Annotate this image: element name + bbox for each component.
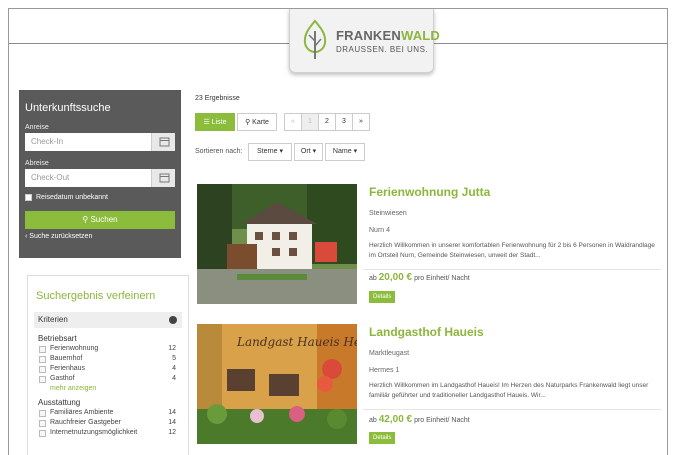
details-button[interactable]: Details xyxy=(369,291,396,303)
refine-results-panel: Suchergebnis verfeinern Kriterien Betrie… xyxy=(27,275,189,455)
listing-price: ab 20,00 € pro Einheit/ Nacht xyxy=(369,272,470,283)
calendar-icon[interactable] xyxy=(151,133,175,151)
filter-option[interactable]: Rauchfreier Gastgeber 14 xyxy=(34,418,182,428)
sort-by-location[interactable]: Ort ▾ xyxy=(294,143,323,161)
tree-logo-icon xyxy=(303,19,327,59)
checkbox-icon[interactable] xyxy=(39,356,46,363)
sort-by-name[interactable]: Name ▾ xyxy=(325,143,365,161)
search-button[interactable]: ⚲ Suchen xyxy=(25,211,175,229)
checkbox-icon[interactable] xyxy=(39,430,46,437)
accommodation-search-panel: Unterkunftssuche Anreise Check-In Abreis… xyxy=(19,90,181,258)
caret-down-icon: ▾ xyxy=(312,148,317,155)
checkbox-icon[interactable] xyxy=(39,346,46,353)
checkbox-icon[interactable] xyxy=(39,420,46,427)
departure-label: Abreise xyxy=(25,160,49,167)
search-icon: ⚲ xyxy=(82,215,89,224)
page-frame: FRANKENWALD DRAUSSEN. BEI UNS. Unterkunf… xyxy=(8,8,668,455)
filter-group-title: Betriebsart xyxy=(38,334,77,343)
listing-photo[interactable] xyxy=(197,184,357,304)
pagination-next[interactable]: » xyxy=(352,113,370,131)
sort-label: Sortieren nach: xyxy=(195,148,243,155)
criteria-header[interactable]: Kriterien xyxy=(34,312,182,328)
filter-option[interactable]: Internetnutzungsmöglichkeit 12 xyxy=(34,428,182,438)
results-count: 23 Ergebnisse xyxy=(195,95,240,102)
listing-title[interactable]: Landgasthof Haueis xyxy=(369,325,484,339)
divider xyxy=(363,269,661,270)
search-title: Unterkunftssuche xyxy=(25,102,111,114)
listing-street: Hermes 1 xyxy=(369,367,400,374)
chevron-left-icon: ‹ xyxy=(25,233,28,240)
listing-title[interactable]: Ferienwohnung Jutta xyxy=(369,185,490,199)
brand-tagline: DRAUSSEN. BEI UNS. xyxy=(336,45,429,54)
filter-group-title: Ausstattung xyxy=(38,398,81,407)
brand-logo[interactable]: FRANKENWALD DRAUSSEN. BEI UNS. xyxy=(289,9,440,73)
checkbox-icon[interactable] xyxy=(25,194,32,201)
filter-option[interactable]: Ferienhaus 4 xyxy=(34,364,182,374)
listing-town: Marktleugast xyxy=(369,350,410,357)
listing-description: Herzlich Willkommen in unserer komfortab… xyxy=(369,242,655,259)
filter-option[interactable]: Familiäres Ambiente 14 xyxy=(34,408,182,418)
filter-option[interactable]: Ferienwohnung 12 xyxy=(34,344,182,354)
pagination-page-1[interactable]: 1 xyxy=(301,113,319,131)
map-pin-icon: ⚲ xyxy=(245,119,251,126)
listing-description: Herzlich Willkommen im Landgasthof Hauei… xyxy=(369,382,649,399)
listing-photo[interactable]: Landgast Haueis Hermes xyxy=(197,324,357,444)
check-out-field[interactable]: Check-Out xyxy=(25,169,175,187)
filter-option[interactable]: Gasthof 4 xyxy=(34,374,182,384)
details-button[interactable]: Details xyxy=(369,432,396,444)
list-icon: ☰ xyxy=(203,119,210,126)
calendar-icon[interactable] xyxy=(151,169,175,187)
caret-down-icon: ▾ xyxy=(353,148,358,155)
check-in-field[interactable]: Check-In xyxy=(25,133,175,151)
collapse-icon[interactable] xyxy=(169,316,177,324)
checkbox-icon[interactable] xyxy=(39,376,46,383)
unknown-date-checkbox[interactable]: Reisedatum unbekannt xyxy=(25,194,175,201)
caret-down-icon: ▾ xyxy=(279,148,284,155)
arrival-label: Anreise xyxy=(25,124,49,131)
pagination-page-2[interactable]: 2 xyxy=(318,113,336,131)
sign-lettering: Landgast Haueis Hermes xyxy=(236,335,357,349)
pagination-page-3[interactable]: 3 xyxy=(335,113,353,131)
show-more-link[interactable]: mehr anzeigen xyxy=(34,384,182,394)
checkbox-icon[interactable] xyxy=(39,410,46,417)
map-view-button[interactable]: ⚲ Karte xyxy=(237,113,277,131)
brand-name: FRANKENWALD xyxy=(336,28,441,43)
listing-price: ab 42,00 € pro Einheit/ Nacht xyxy=(369,414,470,425)
pagination-prev[interactable]: « xyxy=(284,113,302,131)
pagination: « 1 2 3 » xyxy=(284,113,370,131)
divider xyxy=(363,409,661,410)
filter-option[interactable]: Bauernhof 5 xyxy=(34,354,182,364)
listing-town: Steinwiesen xyxy=(369,210,407,217)
listing-street: Nurn 4 xyxy=(369,227,391,234)
reset-search-link[interactable]: ‹ Suche zurücksetzen xyxy=(25,233,175,240)
checkbox-icon[interactable] xyxy=(39,366,46,373)
list-view-button[interactable]: ☰ Liste xyxy=(195,113,235,131)
sort-by-stars[interactable]: Sterne ▾ xyxy=(248,143,292,161)
refine-title: Suchergebnis verfeinern xyxy=(36,290,156,302)
